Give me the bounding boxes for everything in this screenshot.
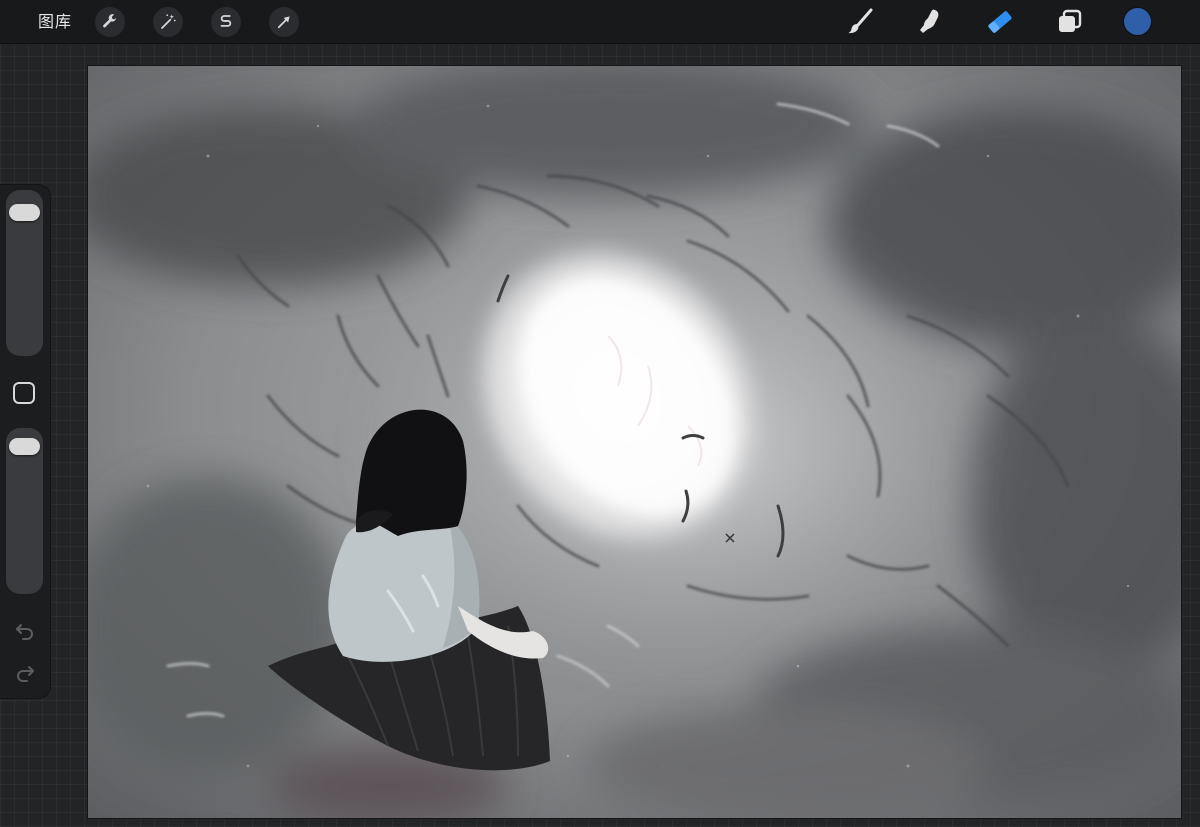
magic-wand-icon [161,14,176,29]
modify-button[interactable] [13,382,35,404]
smudge-tool-button[interactable] [913,5,947,39]
selection-s-icon [220,15,232,27]
layers-button[interactable] [1053,5,1087,39]
color-picker-button[interactable] [1123,7,1152,36]
undo-button[interactable] [13,620,37,642]
opacity-slider[interactable] [6,428,43,594]
eraser-icon [988,11,1012,33]
eraser-tool-button[interactable] [983,5,1017,39]
top-toolbar: 图库 [0,0,1200,44]
redo-button[interactable] [13,662,37,684]
adjustments-button[interactable] [153,7,183,37]
actions-button[interactable] [95,7,125,37]
brush-icon [848,8,873,34]
brush-size-slider-thumb[interactable] [9,204,40,222]
left-sidebar [0,185,50,698]
layers-icon [1059,9,1082,32]
opacity-slider-thumb[interactable] [9,438,40,456]
smudge-finger-icon [920,9,939,33]
wrench-icon [103,14,117,28]
transform-button[interactable] [269,7,299,37]
undo-icon [16,624,33,640]
brush-tool-button[interactable] [843,5,877,39]
gallery-button[interactable]: 图库 [38,11,72,33]
selection-button[interactable] [211,7,241,37]
redo-icon [17,666,34,682]
canvas-artwork [88,66,1181,818]
drawing-canvas[interactable] [88,66,1181,818]
brush-size-slider[interactable] [6,190,43,356]
arrow-cursor-icon [277,16,290,29]
